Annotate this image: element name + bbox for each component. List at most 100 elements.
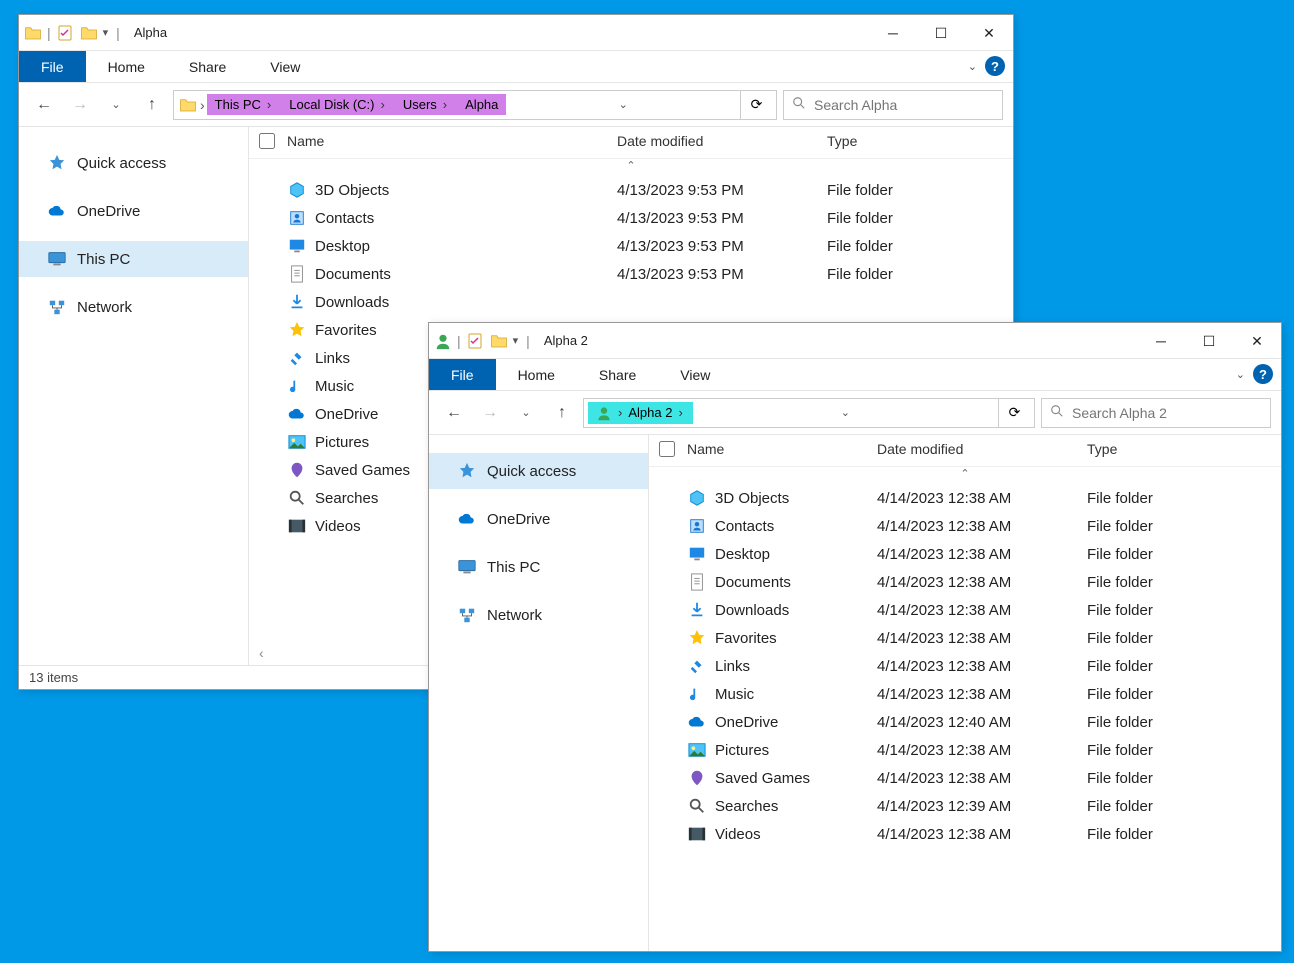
file-row[interactable]: Desktop 4/14/2023 12:38 AM File folder	[649, 540, 1281, 568]
breadcrumb-bar[interactable]: › This PC› Local Disk (C:)› Users› Alpha…	[173, 90, 777, 120]
breadcrumb-bar[interactable]: › Alpha 2 › ⌄ ⟳	[583, 398, 1035, 428]
search-input[interactable]	[814, 97, 995, 113]
file-date: 4/14/2023 12:38 AM	[877, 602, 1087, 619]
contacts-icon	[687, 516, 707, 536]
chevron-right-icon[interactable]: ›	[198, 97, 207, 113]
file-row[interactable]: Desktop 4/13/2023 9:53 PM File folder	[249, 232, 1013, 260]
crumb-alpha2[interactable]: › Alpha 2 ›	[588, 402, 693, 424]
nav-item-label: Network	[487, 607, 542, 624]
crumb-alpha[interactable]: Alpha	[457, 94, 506, 115]
file-row[interactable]: Downloads 4/14/2023 12:38 AM File folder	[649, 596, 1281, 624]
file-date: 4/14/2023 12:38 AM	[877, 742, 1087, 759]
titlebar[interactable]: | ▾ | Alpha 2 ─ ☐ ✕	[429, 323, 1281, 359]
file-row[interactable]: Pictures 4/14/2023 12:38 AM File folder	[649, 736, 1281, 764]
select-all-checkbox[interactable]	[659, 441, 675, 457]
column-date[interactable]: Date modified	[617, 133, 827, 152]
search-input[interactable]	[1072, 405, 1262, 421]
crumb-thispc[interactable]: This PC›	[207, 94, 282, 115]
minimize-button[interactable]: ─	[1137, 323, 1185, 359]
history-dropdown-icon[interactable]: ⌄	[619, 98, 628, 111]
back-button[interactable]: ←	[439, 398, 469, 428]
maximize-button[interactable]: ☐	[1185, 323, 1233, 359]
file-row[interactable]: Documents 4/14/2023 12:38 AM File folder	[649, 568, 1281, 596]
video-icon	[687, 824, 707, 844]
nav-item-network[interactable]: Network	[19, 289, 248, 325]
scroll-left-icon[interactable]: ‹	[259, 645, 264, 661]
file-type: File folder	[1087, 770, 1207, 787]
file-row[interactable]: Contacts 4/13/2023 9:53 PM File folder	[249, 204, 1013, 232]
column-name[interactable]: Name	[687, 441, 877, 460]
help-icon[interactable]: ?	[1253, 364, 1273, 384]
crumb-users[interactable]: Users›	[395, 94, 457, 115]
properties-icon[interactable]	[55, 23, 75, 43]
window-title: Alpha 2	[544, 333, 588, 348]
column-name[interactable]: Name	[287, 133, 617, 152]
history-dropdown-icon[interactable]: ⌄	[841, 406, 850, 419]
ribbon-tab-view[interactable]: View	[658, 359, 732, 390]
nav-item-this-pc[interactable]: This PC	[19, 241, 248, 277]
file-row[interactable]: Music 4/14/2023 12:38 AM File folder	[649, 680, 1281, 708]
search-box[interactable]	[1041, 398, 1271, 428]
file-type: File folder	[1087, 490, 1207, 507]
forward-button[interactable]: →	[475, 398, 505, 428]
back-button[interactable]: ←	[29, 90, 59, 120]
nav-item-onedrive[interactable]: OneDrive	[429, 501, 648, 537]
file-row[interactable]: Searches 4/14/2023 12:39 AM File folder	[649, 792, 1281, 820]
refresh-button[interactable]: ⟳	[740, 90, 772, 120]
file-row[interactable]: OneDrive 4/14/2023 12:40 AM File folder	[649, 708, 1281, 736]
column-date[interactable]: Date modified	[877, 441, 1087, 460]
ribbon-tab-home[interactable]: Home	[86, 51, 167, 82]
maximize-button[interactable]: ☐	[917, 15, 965, 51]
refresh-button[interactable]: ⟳	[998, 398, 1030, 428]
properties-icon[interactable]	[465, 331, 485, 351]
file-date: 4/14/2023 12:39 AM	[877, 798, 1087, 815]
qat-dropdown-icon[interactable]: ▾	[103, 26, 109, 39]
ribbon-tab-home[interactable]: Home	[496, 359, 577, 390]
close-button[interactable]: ✕	[965, 15, 1013, 51]
ribbon-file-tab[interactable]: File	[429, 359, 496, 390]
file-row[interactable]: Favorites 4/14/2023 12:38 AM File folder	[649, 624, 1281, 652]
column-type[interactable]: Type	[1087, 441, 1207, 460]
ribbon-collapse-icon[interactable]: ⌄	[1236, 368, 1245, 381]
up-button[interactable]: ↑	[137, 90, 167, 120]
select-all-checkbox[interactable]	[259, 133, 275, 149]
file-row[interactable]: 3D Objects 4/13/2023 9:53 PM File folder	[249, 176, 1013, 204]
recent-dropdown[interactable]: ⌄	[511, 398, 541, 428]
nav-item-network[interactable]: Network	[429, 597, 648, 633]
minimize-button[interactable]: ─	[869, 15, 917, 51]
file-row[interactable]: Downloads	[249, 288, 1013, 316]
file-date: 4/14/2023 12:38 AM	[877, 658, 1087, 675]
close-button[interactable]: ✕	[1233, 323, 1281, 359]
titlebar[interactable]: | ▾ | Alpha ─ ☐ ✕	[19, 15, 1013, 51]
ribbon-tab-share[interactable]: Share	[167, 51, 248, 82]
nav-item-onedrive[interactable]: OneDrive	[19, 193, 248, 229]
file-row[interactable]: Contacts 4/14/2023 12:38 AM File folder	[649, 512, 1281, 540]
column-type[interactable]: Type	[827, 133, 947, 152]
ribbon-tab-view[interactable]: View	[248, 51, 322, 82]
new-folder-icon[interactable]	[489, 331, 509, 351]
nav-item-quick-access[interactable]: Quick access	[19, 145, 248, 181]
file-name: Saved Games	[315, 462, 410, 479]
new-folder-icon[interactable]	[79, 23, 99, 43]
ribbon-file-tab[interactable]: File	[19, 51, 86, 82]
contacts-icon	[287, 208, 307, 228]
ribbon-tab-share[interactable]: Share	[577, 359, 658, 390]
ribbon-collapse-icon[interactable]: ⌄	[968, 60, 977, 73]
file-name: Links	[715, 658, 750, 675]
file-type: File folder	[1087, 546, 1207, 563]
nav-item-label: This PC	[77, 251, 130, 268]
forward-button[interactable]: →	[65, 90, 95, 120]
crumb-localdisk[interactable]: Local Disk (C:)›	[281, 94, 395, 115]
nav-item-quick-access[interactable]: Quick access	[429, 453, 648, 489]
file-row[interactable]: Links 4/14/2023 12:38 AM File folder	[649, 652, 1281, 680]
qat-dropdown-icon[interactable]: ▾	[513, 334, 519, 347]
file-row[interactable]: Videos 4/14/2023 12:38 AM File folder	[649, 820, 1281, 848]
search-box[interactable]	[783, 90, 1003, 120]
recent-dropdown[interactable]: ⌄	[101, 90, 131, 120]
file-row[interactable]: Documents 4/13/2023 9:53 PM File folder	[249, 260, 1013, 288]
help-icon[interactable]: ?	[985, 56, 1005, 76]
file-row[interactable]: Saved Games 4/14/2023 12:38 AM File fold…	[649, 764, 1281, 792]
nav-item-this-pc[interactable]: This PC	[429, 549, 648, 585]
up-button[interactable]: ↑	[547, 398, 577, 428]
file-row[interactable]: 3D Objects 4/14/2023 12:38 AM File folde…	[649, 484, 1281, 512]
